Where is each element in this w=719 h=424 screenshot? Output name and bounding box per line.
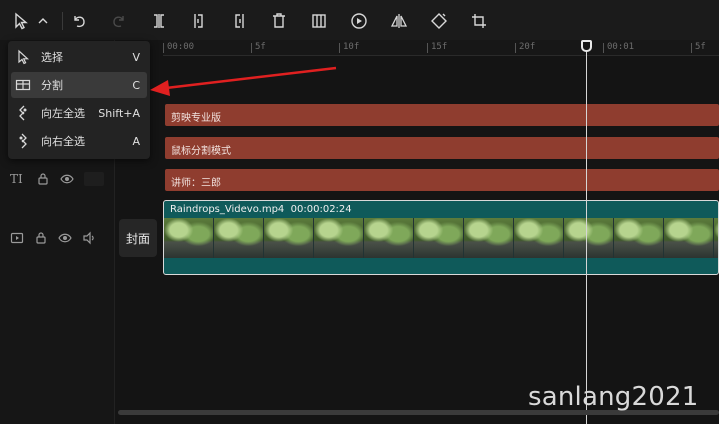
ruler-tick: 15f (431, 42, 448, 52)
ruler-tick: 10f (343, 42, 360, 52)
playhead-handle[interactable] (581, 40, 592, 52)
ruler-tick: 5f (255, 42, 266, 52)
menu-item-select-right[interactable]: 向右全选 A (11, 128, 147, 154)
toolbar-divider (62, 12, 63, 30)
timeline-ruler[interactable]: 00:00 5f 10f 15f 20f 00:01 5f (163, 40, 719, 56)
video-filmstrip (164, 218, 718, 258)
speaker-icon[interactable] (82, 231, 96, 245)
video-frame-thumbnail (364, 218, 414, 258)
track-placeholder (84, 172, 104, 186)
toolbar (0, 0, 719, 40)
menu-item-shortcut: C (132, 78, 140, 92)
video-frame-thumbnail (314, 218, 364, 258)
select-mode-menu: 选择 V 分割 C 向左全选 Shift+A 向右全选 A (8, 41, 150, 159)
split-icon (15, 79, 31, 91)
video-frame-thumbnail (414, 218, 464, 258)
menu-item-split[interactable]: 分割 C (11, 72, 147, 98)
split-right-icon[interactable] (228, 10, 250, 32)
menu-item-select-left[interactable]: 向左全选 Shift+A (11, 100, 147, 126)
lock-icon[interactable] (36, 172, 50, 186)
video-frame-thumbnail (514, 218, 564, 258)
video-clip[interactable]: Raindrops_Videvo.mp4 00:00:02:24 (163, 200, 719, 275)
video-frame-thumbnail (714, 218, 718, 258)
menu-item-label: 选择 (41, 51, 63, 64)
menu-item-shortcut: V (132, 50, 140, 64)
text-track-header: TI (10, 172, 104, 186)
chevron-down-icon[interactable] (32, 10, 54, 32)
playhead-line[interactable] (586, 44, 587, 424)
video-track-icon (10, 232, 24, 244)
text-track-icon: TI (10, 172, 23, 186)
video-frame-thumbnail (214, 218, 264, 258)
mirror-icon[interactable] (388, 10, 410, 32)
menu-item-shortcut: A (132, 134, 140, 148)
delete-icon[interactable] (268, 10, 290, 32)
select-left-icon (19, 105, 27, 121)
menu-item-select[interactable]: 选择 V (11, 44, 147, 70)
video-clip-name: Raindrops_Videvo.mp4 (170, 204, 285, 215)
eye-icon[interactable] (58, 231, 72, 245)
select-cursor-icon[interactable] (10, 10, 32, 32)
cursor-icon (18, 49, 30, 65)
video-clip-duration: 00:00:02:24 (290, 204, 352, 215)
video-frame-thumbnail (564, 218, 614, 258)
rotate-icon[interactable] (428, 10, 450, 32)
video-frame-thumbnail (664, 218, 714, 258)
select-right-icon (19, 133, 27, 149)
cover-button[interactable]: 封面 (119, 219, 157, 257)
eye-icon[interactable] (60, 172, 74, 186)
menu-item-label: 分割 (41, 79, 63, 92)
video-track-header (10, 231, 96, 245)
watermark-text: sanlang2021 (528, 382, 699, 412)
video-frame-thumbnail (614, 218, 664, 258)
redo-icon[interactable] (108, 10, 130, 32)
video-frame-thumbnail (264, 218, 314, 258)
ruler-tick: 00:00 (167, 42, 195, 52)
undo-icon[interactable] (68, 10, 90, 32)
video-frame-thumbnail (464, 218, 514, 258)
video-clip-title: Raindrops_Videvo.mp4 00:00:02:24 (170, 204, 352, 215)
menu-item-label: 向右全选 (41, 135, 85, 148)
video-frame-thumbnail (164, 218, 214, 258)
ruler-tick: 5f (695, 42, 706, 52)
menu-item-label: 向左全选 (41, 107, 85, 120)
freeze-frame-icon[interactable] (308, 10, 330, 32)
text-clip[interactable]: 讲师：三郎 (165, 169, 719, 191)
split-left-icon[interactable] (188, 10, 210, 32)
text-clip[interactable]: 剪映专业版 (165, 104, 719, 126)
lock-icon[interactable] (34, 231, 48, 245)
crop-icon[interactable] (468, 10, 490, 32)
ruler-tick: 00:01 (607, 42, 635, 52)
split-icon[interactable] (148, 10, 170, 32)
reverse-play-icon[interactable] (348, 10, 370, 32)
text-clip[interactable]: 鼠标分割模式 (165, 137, 719, 159)
menu-item-shortcut: Shift+A (98, 106, 140, 120)
ruler-tick: 20f (519, 42, 536, 52)
